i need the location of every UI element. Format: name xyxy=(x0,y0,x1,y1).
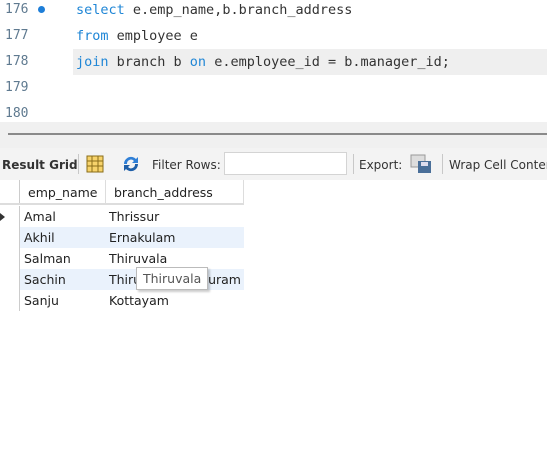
code-line[interactable]: 178 join branch b on e.employee_id = b.ma… xyxy=(0,49,547,75)
result-toolbar: Result Grid Filter Rows: Export: Wrap Ce… xyxy=(0,148,547,180)
row-header[interactable] xyxy=(0,227,20,248)
code-text: join branch b on e.employee_id = b.manag… xyxy=(76,49,450,75)
sql-editor[interactable]: 176 select e.emp_name,b.branch_address 177… xyxy=(0,0,547,124)
table-row[interactable]: Akhil Ernakulam xyxy=(0,227,244,248)
sql-keyword: select xyxy=(76,2,125,18)
table-cell[interactable]: Salman xyxy=(20,248,106,269)
table-row[interactable]: Sanju Kottayam xyxy=(0,290,244,311)
pane-splitter[interactable] xyxy=(0,122,547,148)
code-line[interactable]: 177 from employee e xyxy=(0,23,547,49)
table-cell[interactable]: Akhil xyxy=(20,227,106,248)
result-grid-label: Result Grid xyxy=(2,158,78,172)
current-row-arrow-icon xyxy=(0,213,5,221)
row-header[interactable] xyxy=(0,290,20,311)
line-number: 179 xyxy=(5,80,29,95)
table-cell[interactable]: Sanju xyxy=(20,290,106,311)
line-number: 176 xyxy=(5,2,29,17)
code-line[interactable]: 176 select e.emp_name,b.branch_address xyxy=(0,0,547,23)
table-row[interactable]: Salman Thiruvala xyxy=(0,248,244,269)
column-header-emp-name[interactable]: emp_name xyxy=(20,180,106,203)
table-cell[interactable]: Sachin xyxy=(20,269,106,290)
column-header-branch-address[interactable]: branch_address xyxy=(106,180,244,203)
row-header[interactable] xyxy=(0,269,20,290)
export-label: Export: xyxy=(359,158,403,172)
code-text: from employee e xyxy=(76,23,198,49)
row-header-corner xyxy=(0,180,20,203)
table-cell[interactable]: Thiruvala xyxy=(106,248,244,269)
refresh-icon[interactable] xyxy=(121,155,141,173)
divider xyxy=(442,154,443,174)
grid-header: emp_name branch_address xyxy=(0,180,244,205)
filter-rows-label: Filter Rows: xyxy=(152,158,221,172)
table-row[interactable]: Amal Thrissur xyxy=(0,206,244,227)
row-header[interactable] xyxy=(0,206,20,227)
line-number: 177 xyxy=(5,28,29,43)
table-cell[interactable]: Thrissur xyxy=(106,206,244,227)
sql-keyword: from xyxy=(76,28,109,44)
cell-tooltip: Thiruvala xyxy=(136,267,209,290)
divider xyxy=(353,154,354,174)
horizontal-scrollbar[interactable] xyxy=(8,133,547,135)
filter-rows-input[interactable] xyxy=(224,152,347,175)
sql-keyword: on xyxy=(189,54,207,70)
export-icon[interactable] xyxy=(410,154,432,174)
table-cell[interactable]: Kottayam xyxy=(106,290,244,311)
sql-text: employee e xyxy=(108,28,198,44)
code-text: select e.emp_name,b.branch_address xyxy=(76,0,352,23)
sql-text: e.employee_id = b.manager_id; xyxy=(206,54,450,70)
statement-marker-icon xyxy=(38,6,45,13)
grid-layout-icon[interactable] xyxy=(86,155,104,173)
row-header[interactable] xyxy=(0,248,20,269)
table-cell[interactable]: Amal xyxy=(20,206,106,227)
sql-text: e.emp_name,b.branch_address xyxy=(124,2,353,18)
sql-text: branch b xyxy=(108,54,190,70)
code-line[interactable]: 179 xyxy=(0,75,547,101)
sql-keyword: join xyxy=(76,54,109,70)
table-cell[interactable]: Ernakulam xyxy=(106,227,244,248)
wrap-cell-content-label[interactable]: Wrap Cell Content xyxy=(449,158,547,172)
divider xyxy=(78,154,79,174)
line-number: 178 xyxy=(5,54,29,69)
